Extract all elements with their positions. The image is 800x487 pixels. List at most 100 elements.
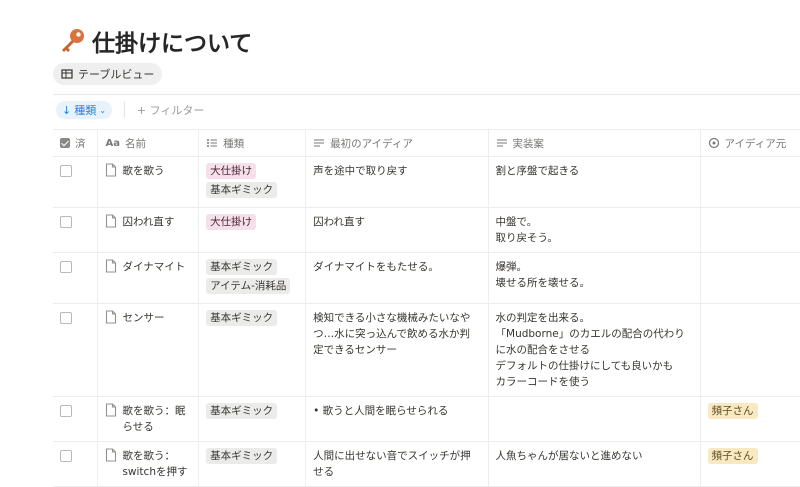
name-cell[interactable]: 歌を歌う：switchを押す [97, 441, 199, 487]
page-icon [106, 310, 117, 324]
done-checkbox[interactable] [60, 405, 72, 417]
arrow-down-icon: ↓ [62, 103, 72, 117]
column-header-first-idea[interactable]: 最初のアイディア [305, 129, 489, 157]
done-cell [53, 252, 98, 304]
first-idea-cell[interactable]: 人間に出せない音でスイッチが押せる [305, 441, 489, 487]
type-tag: アイテム-消耗品 [206, 278, 291, 294]
database-table: 済 Aa 名前 種類 最初のアイディア 実装案 アイディア元 歌を歌う 大仕掛け… [53, 129, 800, 487]
text-lines-icon [496, 139, 507, 147]
divider [53, 94, 800, 95]
column-header-name[interactable]: Aa 名前 [97, 129, 199, 157]
first-idea-text: 囚われ直す [313, 216, 366, 228]
table-icon [61, 69, 73, 79]
type-tag: 大仕掛け [206, 214, 257, 230]
add-filter-button[interactable]: + フィルター [137, 102, 205, 118]
done-checkbox[interactable] [60, 450, 72, 462]
done-checkbox[interactable] [60, 165, 72, 177]
text-lines-icon [314, 139, 325, 147]
first-idea-text: 人間に出せない音でスイッチが押せる [313, 450, 471, 478]
table-row[interactable]: 歌を歌う：眠らせる 基本ギミック • 歌うと人間を眠らせられる 頻子さん [53, 396, 800, 442]
implementation-cell[interactable]: 人魚ちゃんが居ないと進めない [487, 441, 700, 487]
implementation-text: 割と序盤で起きる [495, 165, 580, 177]
row-name: ダイナマイト [122, 261, 186, 273]
done-checkbox[interactable] [60, 261, 72, 273]
type-cell[interactable]: 大仕掛け [198, 207, 306, 253]
column-header-implementation[interactable]: 実装案 [487, 129, 700, 157]
idea-source-cell[interactable]: 頻子さん [699, 396, 800, 442]
implementation-cell[interactable]: 水の判定を出来る。 「Mudborne」のカエルの配合の代わりに水の配合をさせる… [487, 303, 700, 397]
column-label: 最初のアイディア [330, 137, 413, 150]
name-cell[interactable]: センサー [97, 303, 199, 397]
done-cell [53, 441, 98, 487]
table-header-row: 済 Aa 名前 種類 最初のアイディア 実装案 アイディア元 [53, 129, 800, 157]
view-tab-label: テーブルビュー [78, 68, 155, 81]
table-row[interactable]: 囚われ直す 大仕掛け 囚われ直す 中盤で。 取り戻そう。 [53, 207, 800, 253]
implementation-cell[interactable]: 中盤で。 取り戻そう。 [487, 207, 700, 253]
column-label: 実装案 [512, 137, 545, 150]
page-icon [106, 214, 117, 228]
done-checkbox[interactable] [60, 312, 72, 324]
implementation-cell[interactable]: 爆弾。 壊せる所を壊せる。 [487, 252, 700, 304]
row-name: 歌を歌う [122, 165, 165, 177]
name-cell[interactable]: 囚われ直す [97, 207, 199, 253]
type-cell[interactable]: 基本ギミック [198, 441, 306, 487]
done-cell [53, 156, 98, 208]
first-idea-text: 検知できる小さな機械みたいなやつ…水に突っ込んで飲める水か判定できるセンサー [313, 312, 471, 356]
page-title: 仕掛けについて [92, 31, 253, 57]
page-icon [106, 259, 117, 273]
type-tag: 基本ギミック [206, 259, 278, 275]
done-checkbox[interactable] [60, 216, 72, 228]
row-name: センサー [122, 312, 165, 324]
idea-source-cell[interactable] [699, 156, 800, 208]
type-tag: 大仕掛け [206, 163, 257, 179]
type-cell[interactable]: 基本ギミック [198, 396, 306, 442]
name-cell[interactable]: 歌を歌う [97, 156, 199, 208]
implementation-cell[interactable] [487, 396, 700, 442]
first-idea-cell[interactable]: • 歌うと人間を眠らせられる [305, 396, 489, 442]
column-header-idea-source[interactable]: アイディア元 [699, 129, 800, 157]
implementation-text: 中盤で。 取り戻そう。 [495, 216, 558, 244]
done-cell [53, 396, 98, 442]
idea-source-cell[interactable] [699, 303, 800, 397]
first-idea-text: • 歌うと人間を眠らせられる [313, 405, 449, 417]
name-cell[interactable]: ダイナマイト [97, 252, 199, 304]
column-header-type[interactable]: 種類 [198, 129, 306, 157]
implementation-cell[interactable]: 割と序盤で起きる [487, 156, 700, 208]
sort-chip[interactable]: ↓ 種類 ⌄ [56, 101, 112, 119]
source-tag: 頻子さん [707, 403, 758, 419]
idea-source-cell[interactable] [699, 207, 800, 253]
type-cell[interactable]: 基本ギミック [198, 303, 306, 397]
implementation-text: 爆弾。 壊せる所を壊せる。 [495, 261, 591, 289]
name-cell[interactable]: 歌を歌う：眠らせる [97, 396, 199, 442]
idea-source-cell[interactable]: 頻子さん [699, 441, 800, 487]
type-tag: 基本ギミック [206, 182, 278, 198]
implementation-text: 人魚ちゃんが居ないと進めない [495, 450, 643, 462]
key-icon [62, 29, 84, 52]
row-name: 囚われ直す [122, 216, 175, 228]
type-tag: 基本ギミック [206, 403, 278, 419]
first-idea-cell[interactable]: ダイナマイトをもたせる。 [305, 252, 489, 304]
toolbar-separator [123, 102, 125, 118]
checkbox-icon [60, 138, 70, 148]
first-idea-cell[interactable]: 声を途中で取り戻す [305, 156, 489, 208]
view-tab-table[interactable]: テーブルビュー [53, 63, 163, 85]
table-row[interactable]: センサー 基本ギミック 検知できる小さな機械みたいなやつ…水に突っ込んで飲める水… [53, 303, 800, 397]
type-cell[interactable]: 大仕掛け基本ギミック [198, 156, 306, 208]
page-header: 仕掛けについて [58, 24, 252, 58]
idea-source-cell[interactable] [699, 252, 800, 304]
table-row[interactable]: 歌を歌う 大仕掛け基本ギミック 声を途中で取り戻す 割と序盤で起きる [53, 156, 800, 208]
done-cell [53, 207, 98, 253]
type-cell[interactable]: 基本ギミック アイテム-消耗品 [198, 252, 306, 304]
done-cell [53, 303, 98, 397]
first-idea-text: 声を途中で取り戻す [313, 165, 408, 177]
row-name: 歌を歌う：眠らせる [122, 405, 186, 433]
column-label: 種類 [223, 137, 245, 150]
row-name: 歌を歌う：switchを押す [122, 450, 188, 478]
first-idea-cell[interactable]: 検知できる小さな機械みたいなやつ…水に突っ込んで飲める水か判定できるセンサー [305, 303, 489, 397]
table-row[interactable]: ダイナマイト 基本ギミック アイテム-消耗品 ダイナマイトをもたせる。 爆弾。 壊… [53, 252, 800, 304]
first-idea-cell[interactable]: 囚われ直す [305, 207, 489, 253]
type-tag: 基本ギミック [206, 310, 278, 326]
chevron-down-icon: ⌄ [99, 105, 106, 115]
table-row[interactable]: 歌を歌う：switchを押す 基本ギミック 人間に出せない音でスイッチが押せる … [53, 441, 800, 487]
column-header-done[interactable]: 済 [53, 129, 98, 157]
